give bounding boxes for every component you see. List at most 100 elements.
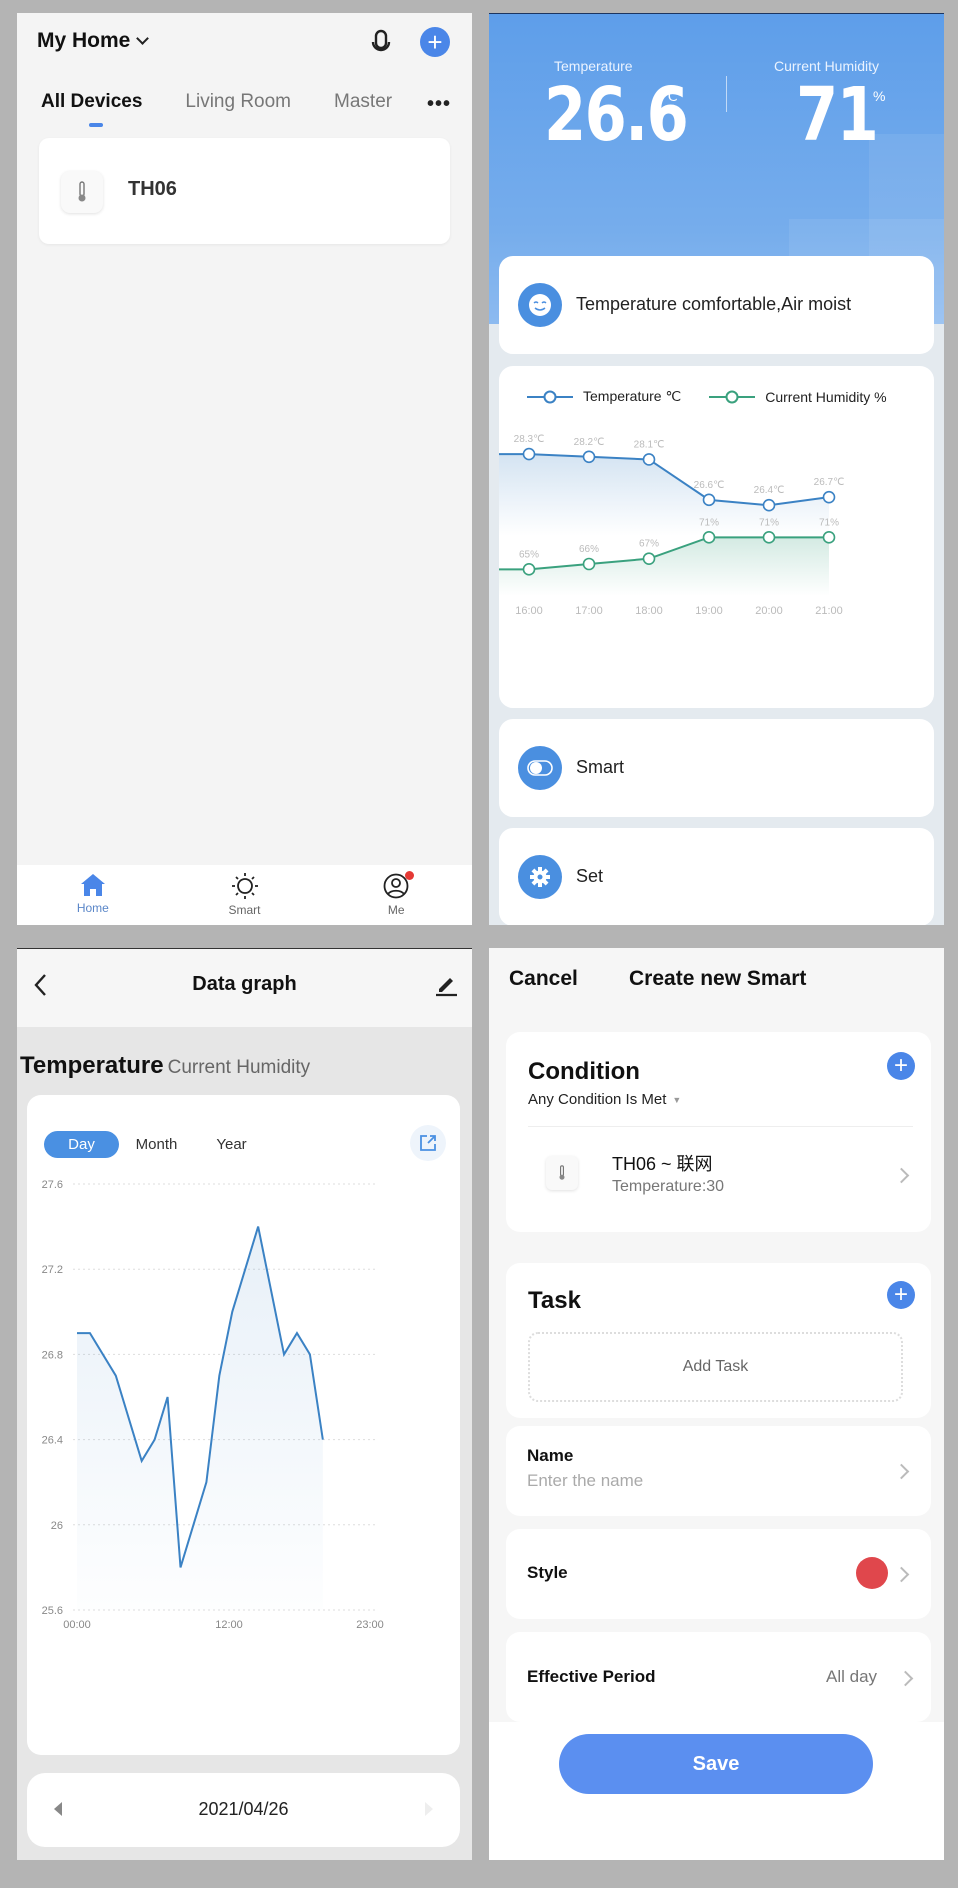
data-point: [822, 531, 836, 544]
smart-menu-item[interactable]: Smart: [499, 719, 934, 817]
set-menu-label: Set: [576, 866, 604, 886]
x-tick-label: 00:00: [63, 1619, 91, 1631]
add-device-button[interactable]: +: [420, 27, 450, 57]
tab-temperature[interactable]: Temperature: [20, 1052, 164, 1080]
chevron-down-icon: [136, 32, 150, 45]
plus-icon: +: [427, 27, 443, 57]
humidity-unit: %: [873, 88, 886, 104]
y-tick-label: 26: [51, 1520, 63, 1532]
data-label: 26.6℃: [694, 480, 725, 491]
effective-period-label: Effective Period: [527, 1667, 656, 1686]
data-label: 65%: [519, 549, 539, 560]
data-label: 28.2℃: [574, 437, 605, 448]
current-date: 2021/04/26: [198, 1799, 289, 1819]
smart-menu-label: Smart: [576, 757, 625, 777]
cancel-button[interactable]: Cancel: [509, 967, 578, 991]
condition-mode-select[interactable]: Any Condition Is Met ▼: [528, 1091, 681, 1108]
microphone-icon[interactable]: [370, 29, 392, 57]
sun-icon: [231, 873, 258, 899]
data-point: [522, 563, 536, 576]
notification-badge: [405, 871, 415, 880]
page-title: Data graph: [192, 973, 297, 995]
toggle-icon: [518, 746, 562, 790]
bottom-nav: Home Smart Me: [17, 865, 472, 925]
condition-item[interactable]: TH06 ~ 联网 Temperature:30: [506, 1128, 931, 1228]
x-tick-label: 23:00: [356, 1619, 384, 1631]
data-point: [642, 552, 656, 565]
thermometer-icon: [546, 1156, 578, 1190]
triangle-right-icon: [425, 1802, 433, 1816]
temperature-unit: ℃: [662, 88, 678, 104]
nav-me[interactable]: Me: [320, 865, 472, 925]
edit-button[interactable]: [434, 973, 458, 1002]
x-tick-label: 18:00: [635, 605, 663, 617]
task-title: Task: [528, 1287, 581, 1314]
page-title: Create new Smart: [629, 967, 807, 990]
device-screen: Temperature 26.6 ℃ Current Humidity 71 %…: [489, 13, 944, 925]
data-point: [582, 557, 596, 571]
style-color-swatch[interactable]: [856, 1557, 888, 1589]
y-tick-label: 27.2: [42, 1264, 63, 1276]
data-point: [522, 447, 536, 461]
x-tick-label: 19:00: [695, 605, 723, 617]
effective-period-value: All day: [826, 1667, 878, 1686]
chevron-right-icon: [893, 1463, 910, 1480]
save-button[interactable]: Save: [559, 1734, 873, 1794]
nav-smart[interactable]: Smart: [169, 865, 321, 925]
graph-card: Day Month Year 27.6 27.2 26.8 26.4 26 25.6 00:…: [27, 1095, 460, 1755]
x-tick-label: 16:00: [515, 605, 543, 617]
comfort-status-text: Temperature comfortable,Air moist: [576, 294, 852, 314]
plus-icon: +: [893, 1052, 908, 1079]
condition-detail: Temperature:30: [612, 1178, 725, 1195]
plus-icon: +: [893, 1281, 908, 1308]
set-menu-item[interactable]: Set: [499, 828, 934, 925]
add-condition-button[interactable]: +: [887, 1052, 915, 1080]
effective-period-row[interactable]: Effective Period All day: [506, 1632, 931, 1722]
more-rooms-button[interactable]: •••: [427, 93, 451, 116]
style-label: Style: [527, 1563, 568, 1582]
device-name: TH06: [128, 178, 177, 200]
pencil-icon: [436, 978, 457, 997]
divider: [528, 1126, 913, 1127]
tab-living-room[interactable]: Living Room: [185, 91, 291, 113]
device-card[interactable]: TH06: [39, 138, 450, 244]
create-smart-screen: Cancel Create new Smart Condition Any Co…: [489, 948, 944, 1860]
name-row[interactable]: Name Enter the name: [506, 1426, 931, 1516]
divider: [726, 76, 727, 112]
history-chart-card: Temperature ℃ Current Humidity % 28.3℃ 28…: [499, 366, 934, 708]
metric-tabs: Temperature Current Humidity: [20, 1052, 310, 1080]
date-selector: 2021/04/26: [27, 1773, 460, 1847]
thermometer-icon: [61, 171, 103, 213]
home-title: My Home: [37, 29, 131, 52]
x-tick-label: 12:00: [215, 1619, 243, 1631]
gear-icon: [518, 855, 562, 899]
comfort-status-card: Temperature comfortable,Air moist: [499, 256, 934, 354]
tab-humidity[interactable]: Current Humidity: [168, 1057, 311, 1079]
data-label: 67%: [639, 539, 659, 550]
smile-face-icon: [518, 283, 562, 327]
y-tick-label: 26.4: [42, 1435, 63, 1447]
chevron-right-icon: [897, 1670, 914, 1687]
data-label: 71%: [699, 517, 719, 528]
add-task-plus-button[interactable]: +: [887, 1281, 915, 1309]
data-point: [642, 453, 656, 466]
next-day-button[interactable]: [424, 1801, 434, 1822]
home-selector[interactable]: My Home: [37, 29, 150, 53]
home-icon: [80, 874, 105, 896]
x-tick-label: 21:00: [815, 605, 843, 617]
style-row[interactable]: Style: [506, 1529, 931, 1619]
home-screen: My Home + All Devices Living Room Master…: [17, 13, 472, 925]
tab-all-devices[interactable]: All Devices: [41, 91, 142, 113]
tab-master[interactable]: Master: [334, 91, 392, 113]
y-tick-label: 27.6: [42, 1179, 63, 1191]
data-point: [822, 490, 836, 504]
data-label: 28.3℃: [514, 434, 545, 445]
add-task-button[interactable]: Add Task: [528, 1332, 903, 1402]
name-input[interactable]: Enter the name: [527, 1471, 643, 1491]
nav-home[interactable]: Home: [17, 865, 169, 925]
name-label: Name: [527, 1446, 574, 1465]
caret-down-icon: ▼: [672, 1094, 682, 1105]
y-tick-label: 26.8: [42, 1349, 63, 1361]
room-tabs: All Devices Living Room Master: [41, 91, 435, 113]
temperature-value: 26.6: [544, 72, 689, 158]
